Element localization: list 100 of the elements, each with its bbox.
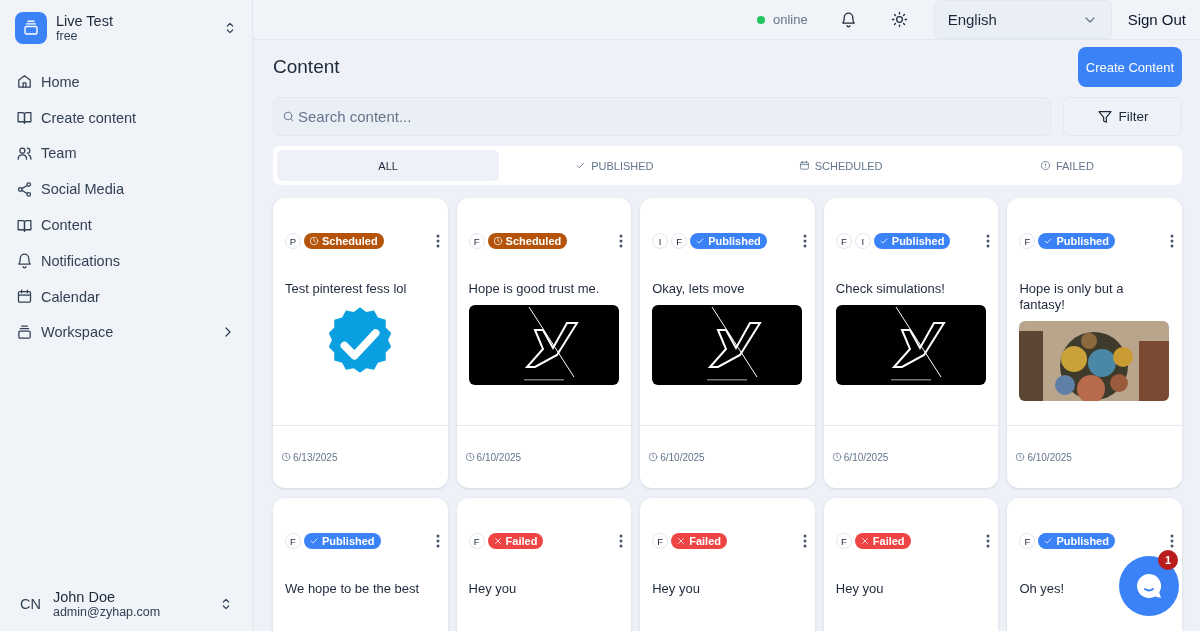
page-title: Content [273, 56, 340, 78]
tab[interactable]: FAILED [955, 150, 1178, 181]
chat-icon [1134, 571, 1164, 601]
status-badge: Published [690, 233, 767, 249]
check-icon [575, 160, 587, 171]
status-badge: Scheduled [304, 233, 384, 249]
post-text: Hope is good trust me. [468, 281, 600, 297]
more-button[interactable] [435, 234, 440, 248]
user-email: admin@zyhap.com [52, 605, 162, 619]
tab[interactable]: ALL [277, 150, 500, 181]
post-text: Hey you [652, 581, 700, 597]
notifications-button[interactable] [839, 11, 857, 28]
calendar-icon [798, 160, 810, 171]
theme-toggle[interactable] [890, 11, 908, 28]
clock-icon [309, 236, 319, 246]
nav-label: Notifications [41, 252, 121, 269]
more-button[interactable] [619, 534, 624, 548]
post-date: 6/10/2025 [660, 451, 705, 463]
stack-icon [22, 19, 40, 37]
status-badge: Failed [854, 533, 911, 549]
post-text: Hope is only but a fantasy! [1019, 281, 1125, 313]
status-text: online [772, 12, 808, 27]
language-select[interactable]: English [933, 0, 1112, 39]
more-icon [435, 534, 440, 548]
search-icon [282, 110, 295, 123]
bell-icon [16, 252, 33, 270]
x-icon [676, 536, 687, 546]
status-badge: Published [1038, 533, 1115, 549]
book-icon [16, 109, 33, 127]
more-button[interactable] [1170, 234, 1174, 248]
more-icon [986, 234, 991, 248]
status-badge: Scheduled [487, 233, 568, 249]
x-icon [859, 536, 870, 546]
more-icon [435, 234, 440, 248]
workspace-plan: free [56, 29, 79, 43]
nav-label: Content [41, 217, 93, 234]
nav-item[interactable]: Team [8, 135, 244, 172]
more-icon [802, 234, 807, 248]
x-icon [492, 536, 503, 546]
clock-icon [492, 236, 503, 246]
clock-icon [1015, 452, 1026, 462]
nav-item[interactable]: Notifications [8, 243, 244, 279]
status-badge: Published [873, 233, 951, 249]
share-icon [16, 180, 33, 198]
nav-label: Team [41, 145, 78, 162]
check-icon [695, 236, 706, 246]
status-badge: Failed [487, 533, 544, 549]
check-icon [1043, 236, 1054, 246]
more-button[interactable] [1170, 534, 1174, 548]
more-icon [802, 534, 807, 548]
post-text: Okay, lets move [652, 281, 745, 297]
nav-label: Social Media [41, 181, 125, 198]
tab[interactable]: SCHEDULED [729, 150, 952, 181]
clock-icon [648, 452, 659, 462]
more-button[interactable] [802, 234, 807, 248]
stack-icon [16, 323, 33, 341]
more-button[interactable] [986, 534, 991, 548]
post-text: Oh yes! [1019, 581, 1065, 597]
post-text: Hey you [468, 581, 517, 597]
post-text: Test pinterest fess lol [285, 281, 407, 297]
more-icon [986, 534, 991, 548]
more-button[interactable] [619, 234, 624, 248]
more-button[interactable] [435, 534, 440, 548]
more-icon [619, 234, 624, 248]
sun-icon [890, 11, 908, 28]
more-icon [1170, 534, 1174, 548]
bell-icon [839, 11, 857, 28]
sign-out-link[interactable]: Sign Out [1127, 11, 1186, 28]
status-badge: Failed [671, 533, 727, 549]
filter-button[interactable]: Filter [1063, 97, 1182, 136]
post-date: 6/10/2025 [843, 451, 889, 463]
post-date: 6/13/2025 [293, 451, 338, 463]
calendar-icon [16, 288, 33, 306]
check-icon [1043, 536, 1054, 546]
more-button[interactable] [986, 234, 991, 248]
post-text: We hope to be the best [285, 581, 420, 597]
tab[interactable]: PUBLISHED [503, 150, 726, 181]
check-icon [878, 236, 889, 246]
post-date: 6/10/2025 [476, 451, 522, 463]
filter-icon [1096, 108, 1113, 125]
user-name: John Doe [52, 589, 117, 605]
nav-item[interactable]: Workspace [8, 314, 244, 351]
status-badge: Published [304, 533, 381, 549]
check-icon [309, 536, 319, 546]
alert-icon [1039, 160, 1051, 171]
users-icon [16, 145, 33, 162]
post-date: 6/10/2025 [1027, 451, 1072, 463]
nav-item[interactable]: Home [8, 64, 244, 100]
more-button[interactable] [802, 534, 807, 548]
create-content-button[interactable]: Create Content [1077, 47, 1182, 87]
nav-label: Home [41, 73, 81, 90]
clock-icon [281, 452, 291, 462]
post-text: Hey you [835, 581, 884, 597]
more-icon [1170, 234, 1174, 248]
nav-item[interactable]: Content [8, 207, 244, 243]
nav-item[interactable]: Create content [8, 99, 244, 136]
nav-item[interactable]: Social Media [8, 171, 244, 208]
nav-label: Create content [41, 109, 138, 126]
nav-item[interactable]: Calendar [8, 278, 244, 315]
search-field[interactable]: Search content... [273, 97, 1051, 136]
